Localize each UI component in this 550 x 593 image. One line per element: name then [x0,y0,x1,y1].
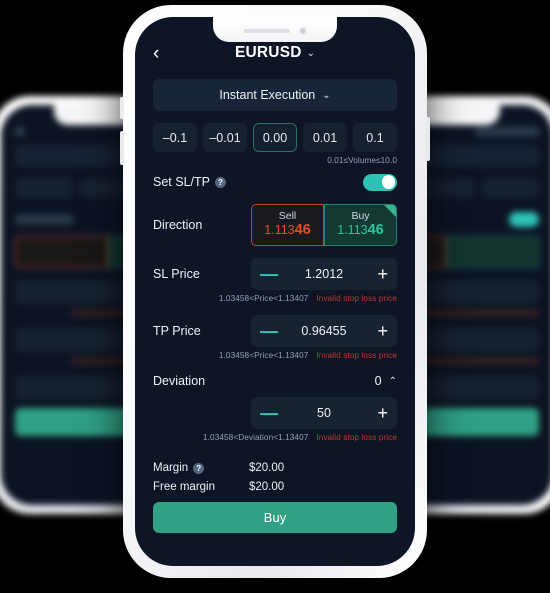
margin-label: Margin [153,462,189,474]
tp-price-stepper: — 0.96455 + [251,315,397,347]
deviation-label: Deviation [153,374,206,388]
deviation-header[interactable]: Deviation 0 ⌃ [153,374,397,388]
execution-mode-select[interactable]: Instant Execution ⌄ [153,79,397,111]
sl-price-value[interactable]: 1.2012 [276,267,372,281]
power-button[interactable] [426,117,430,161]
sell-price: 1.11346 [264,222,311,239]
tp-price-value[interactable]: 0.96455 [276,324,372,338]
set-sltp-toggle[interactable] [363,173,397,191]
volume-chip-minus-0.01[interactable]: –0.01 [203,123,247,152]
app-header: ‹ EURUSD ⌄ [153,39,397,67]
chevron-up-icon[interactable]: ⌃ [389,376,397,387]
sl-price-error: Invalid stop loss price [316,294,397,303]
earpiece-speaker [243,28,290,33]
buy-price-suffix: 46 [367,222,384,239]
sl-price-row: SL Price — 1.2012 + [153,258,397,290]
scene: ‹ EURUSD ⌄ Instant Execution ⌄ –0.1 –0.0… [0,0,550,593]
free-margin-row: Free margin $20.00 [153,481,397,493]
deviation-increment-button[interactable]: + [372,404,388,422]
buy-label: Buy [351,210,370,223]
sl-price-label: SL Price [153,267,200,281]
volume-chip-0.01[interactable]: 0.01 [303,123,347,152]
free-margin-label: Free margin [153,481,215,493]
toggle-knob [381,175,396,189]
deviation-value[interactable]: 50 [276,406,372,420]
tp-price-row: TP Price — 0.96455 + [153,315,397,347]
sell-price-suffix: 46 [294,222,311,239]
sell-button[interactable]: Sell 1.11346 [251,204,324,246]
direction-toggle-group: Sell 1.11346 Buy 1.11346 [251,204,397,246]
buy-price: 1.11346 [337,222,384,239]
tp-price-increment-button[interactable]: + [372,322,388,340]
help-icon[interactable]: ? [214,176,226,188]
deviation-error: Invalid stop loss price [316,433,397,442]
buy-price-prefix: 1.113 [337,223,368,238]
buy-submit-button[interactable]: Buy [153,502,397,533]
sell-label: Sell [278,210,297,223]
volume-range-hint: 0.01≤Volume≤10.0 [327,156,397,165]
sl-price-stepper: — 1.2012 + [251,258,397,290]
symbol-label: EURUSD [234,44,302,61]
deviation-range-hint: 1.03458<Deviation<1.13407 [203,433,309,442]
symbol-selector[interactable]: EURUSD ⌄ [153,44,397,62]
sl-price-increment-button[interactable]: + [372,265,388,283]
volume-chip-minus-0.1[interactable]: –0.1 [153,123,197,152]
set-sltp-label: Set SL/TP [153,175,210,189]
selected-corner-icon [384,205,396,217]
volume-chip-0.00[interactable]: 0.00 [253,123,297,152]
deviation-hints: 1.03458<Deviation<1.13407 Invalid stop l… [153,433,397,442]
margin-value: $20.00 [249,462,285,474]
tp-price-error: Invalid stop loss price [316,351,397,360]
volume-up-button[interactable] [120,97,124,119]
volume-chip-0.1[interactable]: 0.1 [353,123,397,152]
help-icon[interactable]: ? [193,462,205,474]
tp-price-range-hint: 1.03458<Price<1.13407 [218,351,309,360]
phone-screen: ‹ EURUSD ⌄ Instant Execution ⌄ –0.1 –0.0… [135,17,415,566]
sl-price-hints: 1.03458<Price<1.13407 Invalid stop loss … [153,294,397,303]
trade-order-screen: ‹ EURUSD ⌄ Instant Execution ⌄ –0.1 –0.0… [135,17,415,566]
phone-notch [213,17,337,42]
tp-price-label: TP Price [153,324,201,338]
set-sltp-row: Set SL/TP ? [153,172,397,192]
front-camera-icon [298,26,307,35]
back-chevron-icon[interactable]: ‹ [153,44,175,63]
margin-row: Margin ? $20.00 [153,462,397,474]
buy-button[interactable]: Buy 1.11346 [324,204,397,246]
deviation-row: — 50 + [153,397,397,429]
tp-price-decrement-button[interactable]: — [260,322,278,340]
free-margin-value: $20.00 [249,481,285,493]
margin-summary: Margin ? $20.00 Free margin $20.00 [153,462,397,493]
execution-mode-label: Instant Execution [219,88,316,102]
tp-price-hints: 1.03458<Price<1.13407 Invalid stop loss … [153,351,397,360]
direction-row: Direction Sell 1.11346 Buy 1.11346 [153,204,397,246]
sl-price-range-hint: 1.03458<Price<1.13407 [218,294,309,303]
volume-step-chips: –0.1 –0.01 0.00 0.01 0.1 [153,123,397,152]
sl-price-decrement-button[interactable]: — [260,265,278,283]
deviation-stepper: — 50 + [251,397,397,429]
deviation-decrement-button[interactable]: — [260,404,278,422]
direction-label: Direction [153,218,203,232]
volume-down-button[interactable] [120,131,124,165]
foreground-phone: ‹ EURUSD ⌄ Instant Execution ⌄ –0.1 –0.0… [120,5,430,578]
chevron-down-icon: ⌄ [306,47,316,59]
margin-label-group: Margin ? [153,462,249,474]
deviation-header-value: 0 [374,374,382,388]
chevron-down-icon: ⌄ [322,89,331,101]
sell-price-prefix: 1.113 [264,223,295,238]
